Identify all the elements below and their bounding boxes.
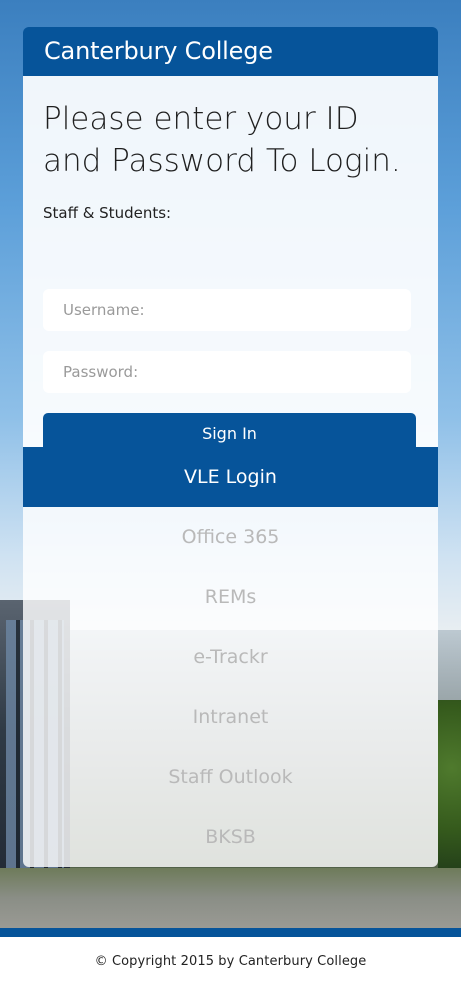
- footer-bar: [0, 928, 461, 937]
- username-input[interactable]: [43, 289, 411, 331]
- login-form: Please enter your ID and Password To Log…: [23, 76, 438, 453]
- ground: [0, 868, 461, 928]
- link-e-trackr[interactable]: e-Trackr: [23, 627, 438, 687]
- login-card: Canterbury College Please enter your ID …: [23, 27, 438, 867]
- vle-login-link[interactable]: VLE Login: [23, 447, 438, 507]
- footer: © Copyright 2015 by Canterbury College: [0, 937, 461, 988]
- college-title: Canterbury College: [23, 27, 438, 76]
- link-intranet[interactable]: Intranet: [23, 687, 438, 747]
- link-rems[interactable]: REMs: [23, 567, 438, 627]
- password-input[interactable]: [43, 351, 411, 393]
- quick-links: Office 365 REMs e-Trackr Intranet Staff …: [23, 507, 438, 867]
- tree: [438, 700, 461, 870]
- link-office-365[interactable]: Office 365: [23, 507, 438, 567]
- login-subtitle: Staff & Students:: [43, 204, 172, 222]
- link-staff-outlook[interactable]: Staff Outlook: [23, 747, 438, 807]
- login-heading: Please enter your ID and Password To Log…: [43, 101, 401, 179]
- link-bksb[interactable]: BKSB: [23, 807, 438, 867]
- sign-in-button[interactable]: Sign In: [43, 413, 416, 453]
- copyright-text: © Copyright 2015 by Canterbury College: [94, 954, 367, 969]
